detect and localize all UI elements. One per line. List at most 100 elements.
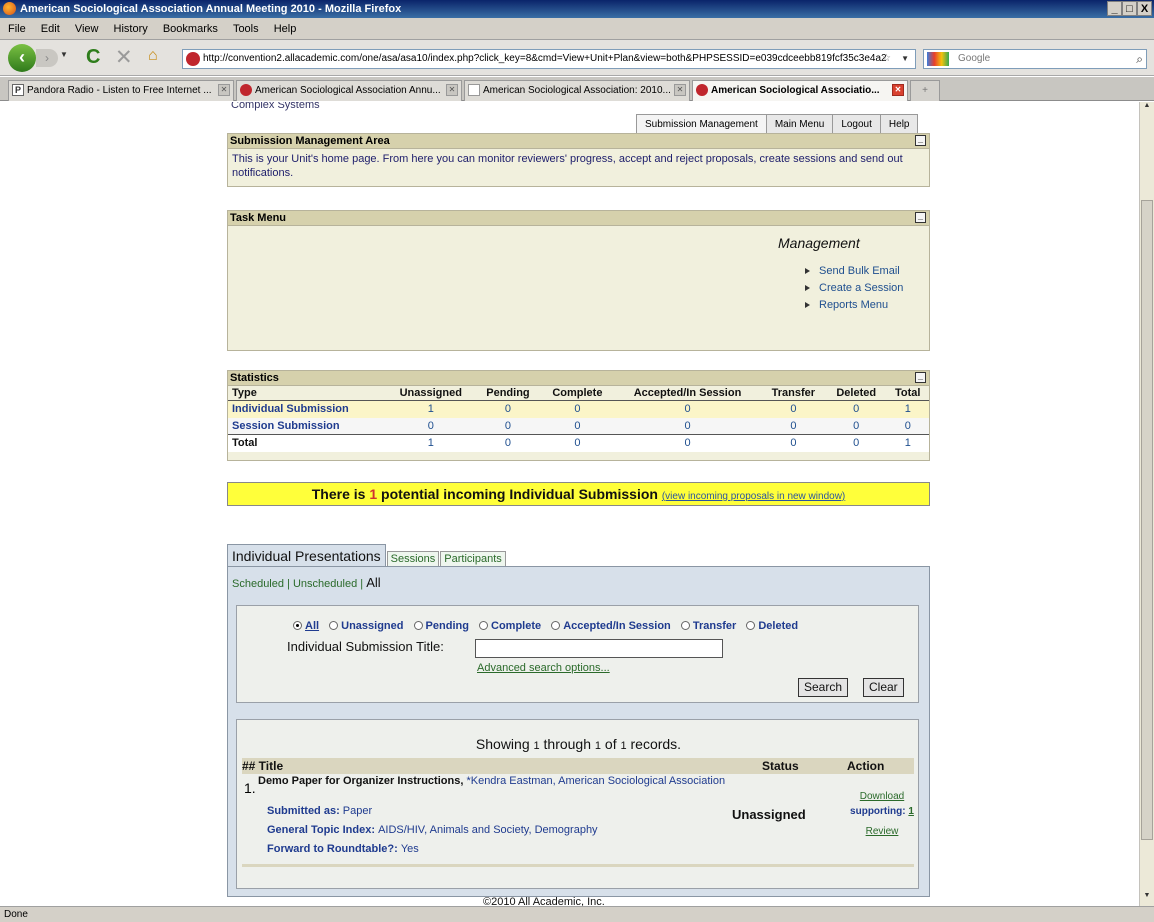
new-tab-button[interactable]: + [910, 80, 940, 101]
menu-tools[interactable]: Tools [233, 23, 259, 35]
menu-edit[interactable]: Edit [41, 23, 60, 35]
row-label-individual[interactable]: Individual Submission [228, 401, 386, 418]
table-cell[interactable]: 0 [761, 401, 826, 418]
table-cell[interactable]: 0 [826, 418, 887, 435]
radio-transfer[interactable]: Transfer [680, 620, 736, 632]
history-dropdown-icon[interactable]: ▼ [60, 50, 68, 59]
home-icon[interactable]: ⌂ [148, 47, 158, 65]
table-cell[interactable]: 1 [886, 434, 929, 452]
search-button[interactable]: Search [798, 678, 849, 697]
close-tab-icon[interactable]: ✕ [446, 84, 458, 96]
radio-deleted[interactable]: Deleted [746, 620, 798, 632]
forward-arrow-icon[interactable]: › [36, 49, 58, 67]
tab-submission-management[interactable]: Submission Management [636, 114, 767, 134]
tab-help[interactable]: Help [879, 114, 919, 134]
radio-accepted[interactable]: Accepted/In Session [551, 620, 671, 632]
download-link[interactable]: Download [842, 791, 922, 803]
tab-asa-2010[interactable]: American Sociological Association: 2010.… [464, 80, 690, 101]
menu-bookmarks[interactable]: Bookmarks [163, 23, 218, 35]
filter-unscheduled-link[interactable]: Unscheduled [293, 578, 357, 590]
field-label: General Topic Index: [267, 824, 375, 836]
radio-circle-icon[interactable] [293, 621, 302, 630]
scroll-up-icon[interactable]: ▲ [1140, 102, 1154, 116]
search-icon[interactable]: ⌕ [1136, 50, 1143, 68]
close-tab-icon[interactable]: ✕ [892, 84, 904, 96]
table-cell[interactable]: 0 [887, 418, 930, 435]
tab-individual-presentations[interactable]: Individual Presentations [227, 544, 386, 567]
radio-circle-icon[interactable] [746, 621, 756, 630]
supporting-count-link[interactable]: 1 [908, 806, 914, 817]
table-cell[interactable]: 0 [760, 434, 826, 452]
advanced-search-link[interactable]: Advanced search options... [477, 662, 610, 674]
table-cell[interactable]: 0 [475, 418, 540, 435]
url-bar[interactable]: http://convention2.allacademic.com/one/a… [182, 49, 916, 69]
create-session-link[interactable]: Create a Session [803, 280, 903, 297]
table-cell[interactable]: 0 [614, 434, 761, 452]
bookmark-star-icon[interactable]: ☆ [882, 50, 891, 68]
reports-menu-link[interactable]: Reports Menu [803, 297, 903, 314]
filter-scheduled-link[interactable]: Scheduled [232, 578, 284, 590]
table-cell[interactable]: 0 [475, 434, 541, 452]
table-cell[interactable]: 0 [386, 418, 475, 435]
stop-icon[interactable]: ✕ [115, 45, 133, 70]
tab-main-menu[interactable]: Main Menu [765, 114, 834, 134]
record-author[interactable]: *Kendra Eastman, American Sociological A… [466, 775, 725, 787]
table-cell[interactable]: 0 [541, 418, 615, 435]
clear-button[interactable]: Clear [863, 678, 904, 697]
view-incoming-link[interactable]: (view incoming proposals in new window) [662, 491, 845, 502]
radio-circle-icon[interactable] [680, 621, 690, 630]
table-cell[interactable]: 0 [614, 401, 761, 418]
tab-logout[interactable]: Logout [832, 114, 881, 134]
table-cell[interactable]: 0 [826, 401, 887, 418]
google-icon[interactable] [927, 52, 949, 66]
menu-view[interactable]: View [75, 23, 99, 35]
radio-all[interactable]: All [293, 620, 319, 632]
minimize-button[interactable]: _ [1107, 1, 1122, 16]
forward-to-roundtable: Forward to Roundtable?: Yes [267, 843, 419, 855]
tab-pandora[interactable]: P Pandora Radio - Listen to Free Interne… [8, 80, 234, 101]
scroll-thumb[interactable] [1141, 200, 1153, 840]
radio-circle-icon[interactable] [551, 621, 561, 630]
row-label-session[interactable]: Session Submission [228, 418, 386, 435]
tab-asa-annual[interactable]: American Sociological Association Annu..… [236, 80, 462, 101]
radio-circle-icon[interactable] [413, 621, 423, 630]
close-tab-icon[interactable]: ✕ [218, 84, 230, 96]
tab-participants[interactable]: Participants [440, 551, 506, 567]
vertical-scrollbar[interactable]: ▲ ▼ [1139, 102, 1154, 906]
table-cell[interactable]: 0 [475, 401, 540, 418]
tab-sessions[interactable]: Sessions [386, 551, 440, 567]
radio-unassigned[interactable]: Unassigned [329, 620, 403, 632]
radio-complete[interactable]: Complete [479, 620, 541, 632]
radio-circle-icon[interactable] [479, 621, 488, 630]
search-input[interactable]: Google ⌕ [923, 49, 1147, 69]
close-window-button[interactable]: X [1137, 1, 1152, 16]
menu-history[interactable]: History [114, 23, 148, 35]
table-cell[interactable]: 0 [614, 418, 761, 435]
reload-icon[interactable]: C [86, 46, 100, 69]
minimize-panel-icon[interactable]: _ [915, 135, 926, 146]
maximize-button[interactable]: □ [1122, 1, 1137, 16]
table-cell[interactable]: 0 [825, 434, 887, 452]
header-action: Action [847, 759, 885, 773]
table-cell[interactable]: 0 [540, 434, 615, 452]
tab-asa-active[interactable]: American Sociological Associatio... ✕ [692, 80, 908, 101]
table-cell[interactable]: 0 [541, 401, 615, 418]
minimize-panel-icon[interactable]: _ [915, 212, 926, 223]
minimize-panel-icon[interactable]: _ [915, 372, 926, 383]
menu-file[interactable]: File [8, 23, 26, 35]
table-cell[interactable]: 1 [887, 401, 930, 418]
url-dropdown-icon[interactable]: ▼ [901, 50, 909, 68]
send-bulk-email-link[interactable]: Send Bulk Email [803, 263, 903, 280]
radio-circle-icon[interactable] [329, 621, 339, 630]
review-link[interactable]: Review [842, 826, 922, 838]
back-arrow-icon[interactable]: ‹ [8, 44, 36, 72]
table-cell[interactable]: 0 [761, 418, 826, 435]
scroll-down-icon[interactable]: ▼ [1140, 892, 1154, 906]
close-tab-icon[interactable]: ✕ [674, 84, 686, 96]
record-title[interactable]: Demo Paper for Organizer Instructions [258, 775, 460, 787]
title-search-input[interactable] [475, 639, 723, 658]
table-cell[interactable]: 1 [386, 401, 475, 418]
radio-pending[interactable]: Pending [413, 620, 469, 632]
menu-help[interactable]: Help [274, 23, 297, 35]
table-cell[interactable]: 1 [386, 434, 476, 452]
